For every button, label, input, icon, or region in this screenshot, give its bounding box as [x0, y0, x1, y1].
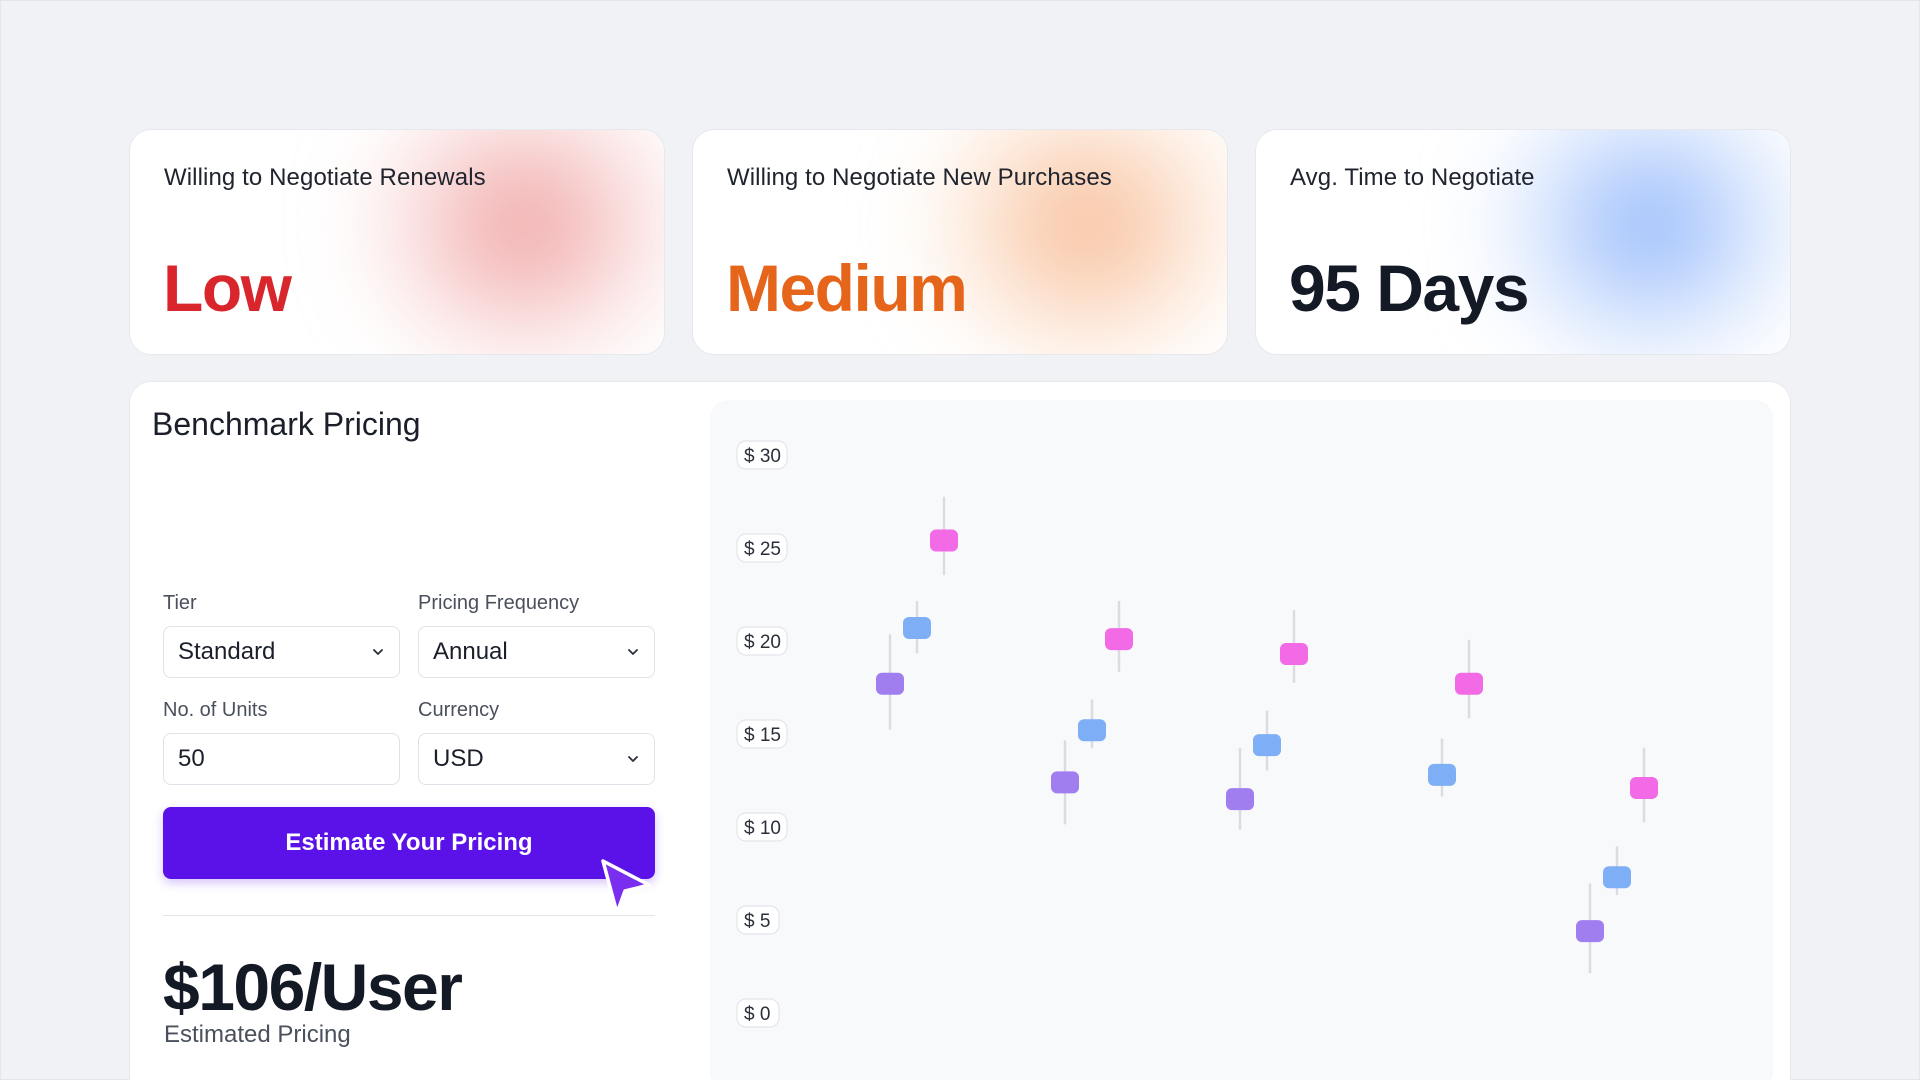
data-point-blue[interactable]	[1603, 846, 1631, 896]
marker	[1253, 734, 1281, 757]
data-point-blue[interactable]	[1428, 738, 1456, 797]
units-label: No. of Units	[163, 699, 268, 721]
data-point-blue[interactable]	[903, 600, 931, 654]
y-tick-label: $ 25	[736, 533, 788, 563]
chevron-down-icon	[628, 756, 638, 762]
stat-value: Medium	[726, 251, 968, 325]
stat-card-avg-time: Avg. Time to Negotiate 95 Days	[1255, 129, 1791, 355]
data-point-pink[interactable]	[1280, 609, 1308, 684]
data-point-purple[interactable]	[1576, 883, 1604, 974]
data-point-purple[interactable]	[876, 634, 904, 730]
marker	[1603, 866, 1631, 889]
marker	[1280, 643, 1308, 666]
estimated-price: $106/User	[163, 950, 463, 1024]
button-label: Estimate Your Pricing	[285, 829, 533, 856]
data-point-pink[interactable]	[1630, 747, 1658, 823]
stat-value: 95 Days	[1289, 251, 1530, 325]
marker	[1630, 776, 1658, 799]
data-point-blue[interactable]	[1078, 699, 1106, 749]
frequency-select[interactable]: Annual	[418, 626, 655, 678]
marker	[1226, 788, 1254, 811]
frequency-label: Pricing Frequency	[418, 592, 580, 614]
svg-text:$ 20: $ 20	[744, 632, 781, 653]
svg-text:$ 10: $ 10	[744, 818, 781, 839]
tier-label: Tier	[163, 592, 197, 614]
cursor-pointer-icon	[601, 859, 651, 915]
stat-label: Willing to Negotiate Renewals	[164, 164, 486, 191]
marker	[1078, 719, 1106, 742]
svg-text:$ 15: $ 15	[744, 725, 781, 746]
currency-select[interactable]: USD	[418, 733, 655, 785]
svg-text:$ 0: $ 0	[744, 1004, 770, 1025]
stat-label: Willing to Negotiate New Purchases	[727, 164, 1112, 191]
units-value: 50	[178, 745, 205, 772]
marker	[1455, 672, 1483, 695]
y-tick-label: $ 20	[736, 626, 788, 656]
stat-label: Avg. Time to Negotiate	[1290, 164, 1535, 191]
marker	[1051, 771, 1079, 794]
svg-text:$ 5: $ 5	[744, 911, 770, 932]
y-tick-label: $ 5	[736, 905, 780, 935]
tier-select[interactable]: Standard	[163, 626, 400, 678]
data-point-pink[interactable]	[1455, 639, 1483, 719]
currency-label: Currency	[418, 699, 500, 721]
chevron-down-icon	[373, 649, 383, 655]
currency-value: USD	[433, 745, 484, 772]
benchmark-chart: $ 0 $ 5 $ 10 $ 15 $ 20 $ 25 $ 30	[710, 400, 1773, 1080]
data-point-blue[interactable]	[1253, 710, 1281, 771]
panel-title: Benchmark Pricing	[152, 406, 421, 442]
marker	[1576, 920, 1604, 943]
y-tick-label: $ 0	[736, 998, 780, 1028]
marker	[903, 616, 931, 639]
svg-text:$ 25: $ 25	[744, 539, 781, 560]
chart-svg: $ 0 $ 5 $ 10 $ 15 $ 20 $ 25 $ 30	[736, 440, 1658, 1028]
estimated-price-caption: Estimated Pricing	[164, 1021, 351, 1048]
benchmark-panel: Benchmark Pricing Tier Standard Pricing …	[129, 381, 1791, 1080]
marker	[1105, 628, 1133, 651]
marker	[1428, 763, 1456, 786]
estimate-pricing-button[interactable]: Estimate Your Pricing	[163, 807, 655, 879]
data-point-pink[interactable]	[1105, 600, 1133, 673]
data-point-pink[interactable]	[930, 496, 958, 576]
y-tick-label: $ 10	[736, 812, 788, 842]
svg-text:$ 30: $ 30	[744, 446, 781, 467]
stat-card-renewals: Willing to Negotiate Renewals Low	[129, 129, 665, 355]
marker	[930, 529, 958, 552]
tier-value: Standard	[178, 638, 276, 665]
data-point-purple[interactable]	[1051, 740, 1079, 825]
stat-value: Low	[163, 251, 292, 325]
y-tick-label: $ 15	[736, 719, 788, 749]
marker	[876, 672, 904, 695]
stat-card-new-purchases: Willing to Negotiate New Purchases Mediu…	[692, 129, 1228, 355]
frequency-value: Annual	[433, 638, 508, 665]
y-tick-label: $ 30	[736, 440, 788, 470]
data-point-purple[interactable]	[1226, 747, 1254, 831]
card-glow	[344, 130, 664, 354]
chevron-down-icon	[628, 649, 638, 655]
divider	[163, 915, 655, 916]
units-input[interactable]: 50	[163, 733, 400, 785]
